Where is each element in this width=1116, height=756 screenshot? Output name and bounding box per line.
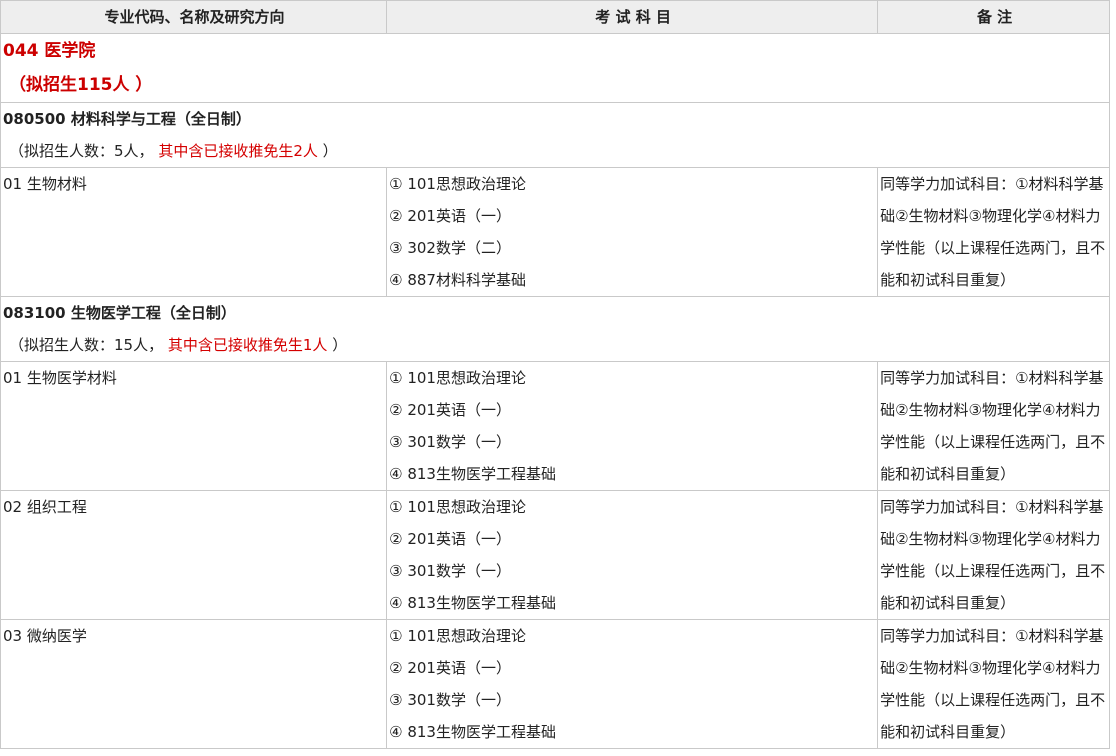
direction-subjects: ① 101思想政治理论 ② 201英语（一） ③ 301数学（一） ④ 813生… bbox=[386, 490, 879, 620]
subject-item: ① 101思想政治理论 bbox=[389, 498, 526, 516]
header-major: 专业代码、名称及研究方向 bbox=[0, 0, 388, 34]
direction-name: 02 组织工程 bbox=[0, 490, 388, 620]
subject-item: ③ 301数学（一） bbox=[389, 691, 511, 709]
subject-item: ② 201英语（一） bbox=[389, 530, 511, 548]
major-quota: （拟招生人数：5人， 其中含已接收推免生2人 ） bbox=[3, 135, 1109, 167]
major-quota: （拟招生人数：15人， 其中含已接收推免生1人 ） bbox=[3, 329, 1109, 361]
direction-row: 01 生物医学材料 ① 101思想政治理论 ② 201英语（一） ③ 301数学… bbox=[0, 361, 1110, 491]
major-title: 083100 生物医学工程（全日制） bbox=[3, 304, 236, 322]
direction-name: 01 生物医学材料 bbox=[0, 361, 388, 491]
direction-row: 02 组织工程 ① 101思想政治理论 ② 201英语（一） ③ 301数学（一… bbox=[0, 490, 1110, 620]
major-cell: 083100 生物医学工程（全日制） （拟招生人数：15人， 其中含已接收推免生… bbox=[0, 296, 1110, 362]
subject-item: ④ 887材料科学基础 bbox=[389, 271, 526, 289]
department-cell: 044 医学院 （拟招生115人 ） bbox=[0, 33, 1110, 103]
direction-subjects: ① 101思想政治理论 ② 201英语（一） ③ 301数学（一） ④ 813生… bbox=[386, 619, 879, 749]
header-row: 专业代码、名称及研究方向 考 试 科 目 备 注 bbox=[0, 0, 1110, 34]
major-title: 080500 材料科学与工程（全日制） bbox=[3, 110, 251, 128]
department-row: 044 医学院 （拟招生115人 ） bbox=[0, 33, 1110, 103]
major-cell: 080500 材料科学与工程（全日制） （拟招生人数：5人， 其中含已接收推免生… bbox=[0, 102, 1110, 168]
subject-item: ① 101思想政治理论 bbox=[389, 369, 526, 387]
subject-item: ③ 302数学（二） bbox=[389, 239, 511, 257]
subject-item: ② 201英语（一） bbox=[389, 207, 511, 225]
subject-item: ① 101思想政治理论 bbox=[389, 627, 526, 645]
quota-exempt: 其中含已接收推免生2人 bbox=[158, 142, 318, 160]
quota-prefix: （拟招生人数：5人， bbox=[9, 142, 154, 160]
direction-name: 03 微纳医学 bbox=[0, 619, 388, 749]
subject-item: ① 101思想政治理论 bbox=[389, 175, 526, 193]
subject-item: ④ 813生物医学工程基础 bbox=[389, 594, 556, 612]
direction-row: 01 生物材料 ① 101思想政治理论 ② 201英语（一） ③ 302数学（二… bbox=[0, 167, 1110, 297]
direction-row: 03 微纳医学 ① 101思想政治理论 ② 201英语（一） ③ 301数学（一… bbox=[0, 619, 1110, 749]
admissions-table: 专业代码、名称及研究方向 考 试 科 目 备 注 044 医学院 （拟招生115… bbox=[0, 0, 1110, 749]
header-subjects: 考 试 科 目 bbox=[386, 0, 879, 34]
direction-subjects: ① 101思想政治理论 ② 201英语（一） ③ 302数学（二） ④ 887材… bbox=[386, 167, 879, 297]
subject-item: ② 201英语（一） bbox=[389, 401, 511, 419]
header-remarks: 备 注 bbox=[877, 0, 1110, 34]
quota-exempt: 其中含已接收推免生1人 bbox=[167, 336, 328, 354]
quota-prefix: （拟招生人数：15人， bbox=[9, 336, 164, 354]
quota-suffix: ） bbox=[332, 336, 348, 354]
subject-item: ③ 301数学（一） bbox=[389, 562, 511, 580]
direction-remark: 同等学力加试科目：①材料科学基础②生物材料③物理化学④材料力学性能（以上课程任选… bbox=[877, 619, 1110, 749]
direction-remark: 同等学力加试科目：①材料科学基础②生物材料③物理化学④材料力学性能（以上课程任选… bbox=[877, 490, 1110, 620]
direction-subjects: ① 101思想政治理论 ② 201英语（一） ③ 301数学（一） ④ 813生… bbox=[386, 361, 879, 491]
direction-remark: 同等学力加试科目：①材料科学基础②生物材料③物理化学④材料力学性能（以上课程任选… bbox=[877, 361, 1110, 491]
subject-item: ④ 813生物医学工程基础 bbox=[389, 465, 556, 483]
direction-name: 01 生物材料 bbox=[0, 167, 388, 297]
department-quota: （拟招生115人 ） bbox=[9, 75, 153, 95]
quota-suffix: ） bbox=[322, 142, 338, 160]
major-row: 080500 材料科学与工程（全日制） （拟招生人数：5人， 其中含已接收推免生… bbox=[0, 102, 1110, 168]
major-row: 083100 生物医学工程（全日制） （拟招生人数：15人， 其中含已接收推免生… bbox=[0, 296, 1110, 362]
subject-item: ④ 813生物医学工程基础 bbox=[389, 723, 556, 741]
subject-item: ② 201英语（一） bbox=[389, 659, 511, 677]
subject-item: ③ 301数学（一） bbox=[389, 433, 511, 451]
direction-remark: 同等学力加试科目：①材料科学基础②生物材料③物理化学④材料力学性能（以上课程任选… bbox=[877, 167, 1110, 297]
department-name: 044 医学院 bbox=[3, 41, 96, 61]
